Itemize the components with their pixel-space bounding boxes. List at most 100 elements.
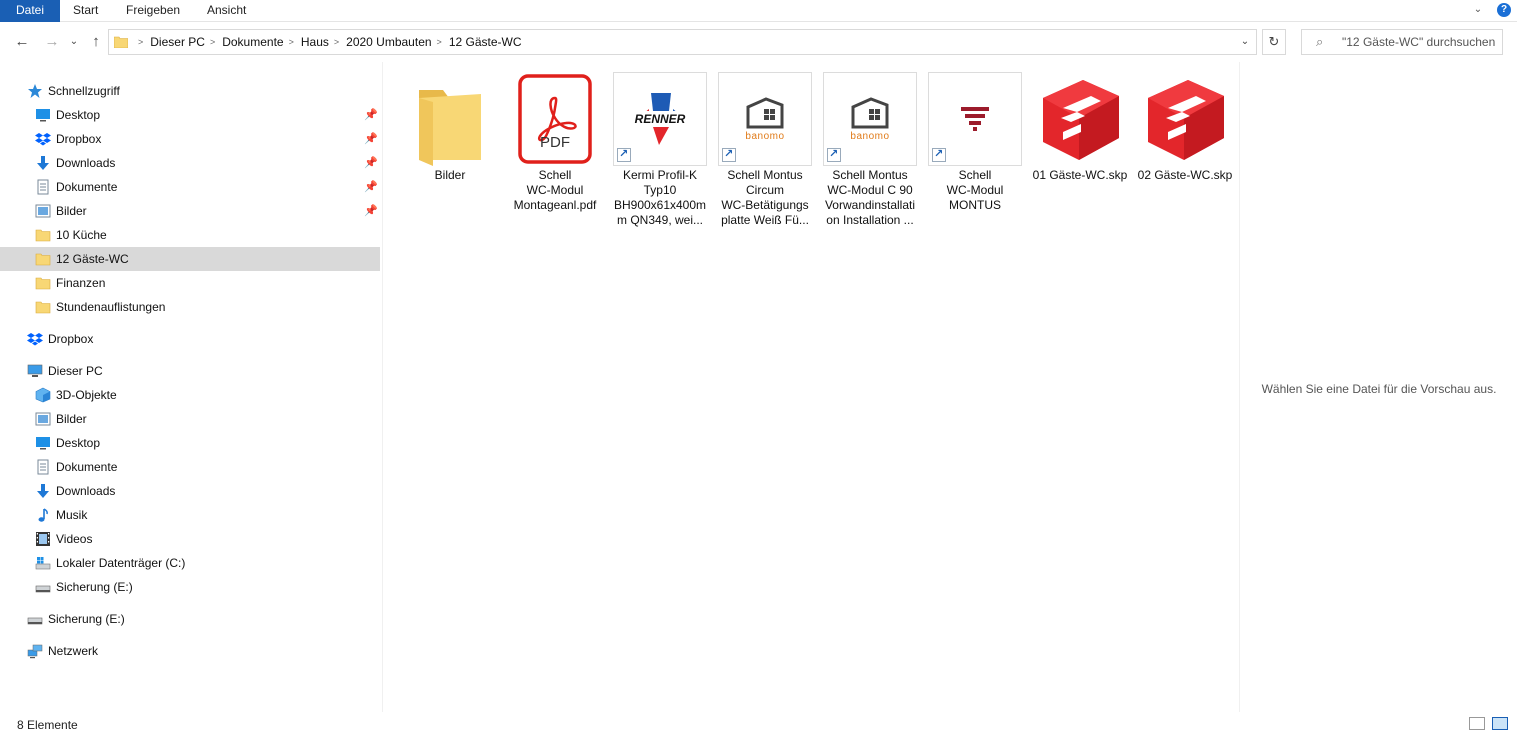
forward-icon[interactable]: → xyxy=(42,32,62,52)
sidebar-item-documents-pc[interactable]: Dokumente xyxy=(0,455,380,479)
file-name: Schell Montus WC-Modul C 90 Vorwandinsta… xyxy=(822,168,918,228)
file-item-pdf[interactable]: PDF Schell WC-Modul Montageanl.pdf xyxy=(507,62,603,232)
file-item-skp-01[interactable]: 01 Gäste-WC.skp xyxy=(1032,62,1128,232)
file-name-line: MONTUS xyxy=(949,198,1001,212)
tab-file[interactable]: Datei xyxy=(0,0,60,22)
sidebar-item-dropbox-quick[interactable]: Dropbox 📌 xyxy=(0,127,380,151)
sidebar-item-videos[interactable]: Videos xyxy=(0,527,380,551)
file-item-montus-circum-shortcut[interactable]: banomo Schell Montus Circum WC-Betätigun… xyxy=(717,62,813,232)
sidebar-item-10-kueche[interactable]: 10 Küche xyxy=(0,223,380,247)
folder-icon xyxy=(35,277,51,290)
refresh-icon[interactable]: ↻ xyxy=(1262,29,1286,55)
file-item-montus-c90-shortcut[interactable]: banomo Schell Montus WC-Modul C 90 Vorwa… xyxy=(822,62,918,232)
sidebar-item-backup-e-pc[interactable]: Sicherung (E:) xyxy=(0,575,380,599)
item-count: 8 Elemente xyxy=(17,718,78,732)
sidebar-item-label: Videos xyxy=(56,532,93,546)
folder-icon xyxy=(419,90,481,166)
sidebar-item-label: 3D-Objekte xyxy=(56,388,117,402)
chevron-right-icon[interactable]: > xyxy=(334,37,339,47)
chevron-down-icon[interactable]: ⌄ xyxy=(1234,30,1256,54)
large-icons-view-icon[interactable] xyxy=(1492,717,1508,730)
breadcrumb-this-pc[interactable]: Dieser PC xyxy=(150,35,205,49)
sidebar-item-dropbox[interactable]: Dropbox xyxy=(0,327,380,351)
sidebar-item-3d-objects[interactable]: 3D-Objekte xyxy=(0,383,380,407)
file-name-line: 02 Gäste-WC.skp xyxy=(1137,168,1233,182)
file-name-line: Kermi Profil-K xyxy=(622,168,697,182)
pin-icon[interactable]: 📌 xyxy=(364,180,378,193)
sidebar-item-local-disk-c[interactable]: Lokaler Datenträger (C:) xyxy=(0,551,380,575)
file-name-line: WC-Modul xyxy=(946,183,1004,197)
file-name-line: 01 Gäste-WC.skp xyxy=(1032,168,1128,182)
sketchup-icon xyxy=(1148,80,1224,160)
url-shortcut-thumbnail: RENNER xyxy=(613,72,707,166)
sidebar-item-label: 12 Gäste-WC xyxy=(56,252,129,266)
sidebar-item-this-pc[interactable]: Dieser PC xyxy=(0,359,380,383)
details-view-icon[interactable] xyxy=(1469,717,1485,730)
url-shortcut-thumbnail: banomo xyxy=(823,72,917,166)
folder-icon xyxy=(35,229,51,242)
chevron-right-icon[interactable]: > xyxy=(437,37,442,47)
search-input[interactable]: ⌕ "12 Gäste-WC" durchsuchen xyxy=(1301,29,1503,55)
sidebar-item-desktop-pc[interactable]: Desktop xyxy=(0,431,380,455)
sidebar-item-quick-access[interactable]: Schnellzugriff xyxy=(0,79,380,103)
sidebar-item-stundenauflistungen[interactable]: Stundenauflistungen xyxy=(0,295,380,319)
breadcrumb-2020-umbauten[interactable]: 2020 Umbauten xyxy=(346,35,431,49)
file-name: Schell Montus Circum WC-Betätigungs plat… xyxy=(717,168,813,228)
file-name: Kermi Profil-K Typ10 BH900x61x400m m QN3… xyxy=(612,168,708,228)
chevron-right-icon[interactable]: > xyxy=(138,37,143,47)
help-icon[interactable]: ? xyxy=(1497,3,1511,17)
funnel-logo-icon xyxy=(961,107,989,131)
pin-icon[interactable]: 📌 xyxy=(364,108,378,121)
up-icon[interactable]: ↑ xyxy=(86,32,106,52)
tab-share[interactable]: Freigeben xyxy=(117,0,189,22)
banomo-logo-icon xyxy=(851,97,889,129)
dropbox-icon xyxy=(27,333,43,346)
pin-icon[interactable]: 📌 xyxy=(364,132,378,145)
address-bar[interactable]: > Dieser PC > Dokumente > Haus > 2020 Um… xyxy=(108,29,1257,55)
file-item-folder-bilder[interactable]: Bilder xyxy=(402,62,498,232)
file-item-skp-02[interactable]: 02 Gäste-WC.skp xyxy=(1137,62,1233,232)
shortcut-arrow-icon xyxy=(827,147,841,162)
sidebar-item-label: Downloads xyxy=(56,484,116,498)
file-name-line: WC-Modul xyxy=(526,183,584,197)
pin-icon[interactable]: 📌 xyxy=(364,204,378,217)
sidebar-item-network[interactable]: Netzwerk xyxy=(0,639,380,663)
shortcut-arrow-icon xyxy=(722,147,736,162)
breadcrumb-documents[interactable]: Dokumente xyxy=(222,35,283,49)
pin-icon[interactable]: 📌 xyxy=(364,156,378,169)
breadcrumb-12-gaeste-wc[interactable]: 12 Gäste-WC xyxy=(449,35,522,49)
sidebar-item-downloads-pc[interactable]: Downloads xyxy=(0,479,380,503)
recent-locations-icon[interactable]: ⌄ xyxy=(64,32,84,52)
sidebar-item-downloads[interactable]: Downloads 📌 xyxy=(0,151,380,175)
shortcut-arrow-icon xyxy=(932,147,946,162)
file-name-line: WC-Modul C 90 xyxy=(827,183,913,197)
breadcrumb-haus[interactable]: Haus xyxy=(301,35,329,49)
sidebar-item-label: Sicherung (E:) xyxy=(48,612,125,626)
tab-start[interactable]: Start xyxy=(64,0,107,22)
search-placeholder: "12 Gäste-WC" durchsuchen xyxy=(1342,35,1496,49)
sidebar-item-music[interactable]: Musik xyxy=(0,503,380,527)
sidebar-item-desktop[interactable]: Desktop 📌 xyxy=(0,103,380,127)
sidebar-item-pictures[interactable]: Bilder 📌 xyxy=(0,199,380,223)
sidebar-item-label: Dropbox xyxy=(56,132,102,146)
file-name: Schell WC-Modul Montageanl.pdf xyxy=(507,168,603,213)
back-icon[interactable]: ← xyxy=(12,32,32,52)
sidebar-item-backup-e[interactable]: Sicherung (E:) xyxy=(0,607,380,631)
chevron-right-icon[interactable]: > xyxy=(289,37,294,47)
preview-message: Wählen Sie eine Datei für die Vorschau a… xyxy=(1261,382,1497,396)
navigation-pane: Schnellzugriff Desktop 📌 Dropbox 📌 Downl… xyxy=(0,72,382,712)
file-item-kermi-shortcut[interactable]: RENNER Kermi Profil-K Typ10 BH900x61x400… xyxy=(612,62,708,232)
pictures-icon xyxy=(35,412,51,426)
file-item-schell-montus-shortcut[interactable]: Schell WC-Modul MONTUS xyxy=(927,62,1023,232)
sidebar-item-finanzen[interactable]: Finanzen xyxy=(0,271,380,295)
chevron-down-icon[interactable]: ⌄ xyxy=(1471,3,1485,17)
sidebar-item-pictures-pc[interactable]: Bilder xyxy=(0,407,380,431)
documents-icon xyxy=(37,459,49,475)
downloads-icon xyxy=(37,156,49,170)
tab-view[interactable]: Ansicht xyxy=(198,0,255,22)
chevron-right-icon[interactable]: > xyxy=(210,37,215,47)
desktop-icon xyxy=(36,437,50,450)
sidebar-item-documents[interactable]: Dokumente 📌 xyxy=(0,175,380,199)
sidebar-item-12-gaeste-wc[interactable]: 12 Gäste-WC xyxy=(0,247,380,271)
status-bar: 8 Elemente xyxy=(0,712,1517,732)
